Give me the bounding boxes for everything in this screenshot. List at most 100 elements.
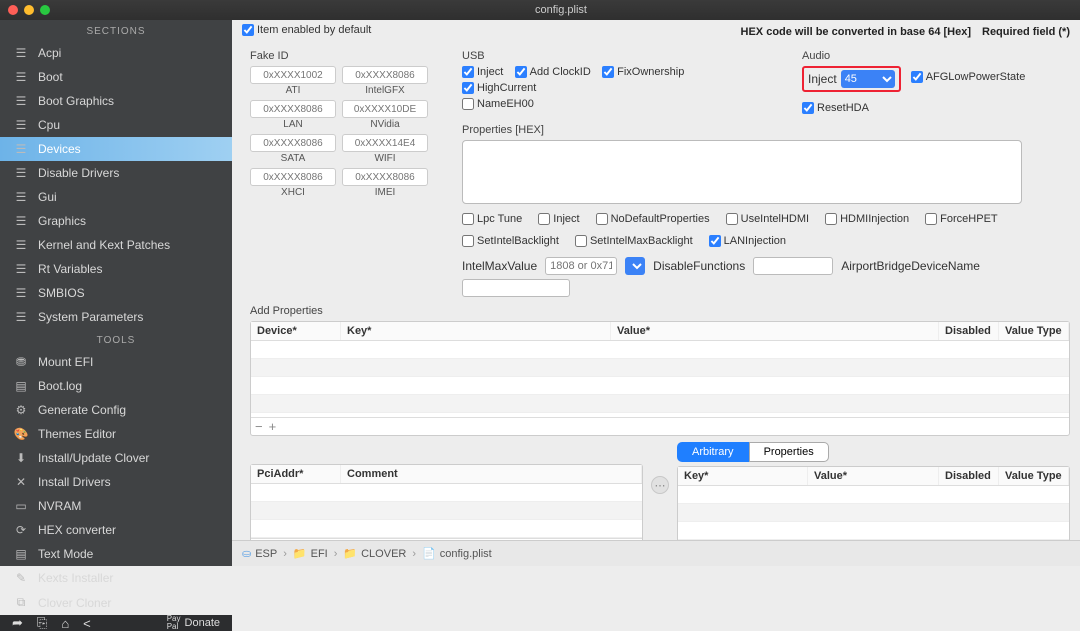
sidebar-item-system-parameters[interactable]: ☰System Parameters [0,305,232,329]
remove-row-button[interactable]: − [255,419,263,434]
useintelhdmi-checkbox[interactable]: UseIntelHDMI [726,213,809,225]
col-key[interactable]: Key* [341,322,611,340]
sidebar-item-gui[interactable]: ☰Gui [0,185,232,209]
tab-arbitrary[interactable]: Arbitrary [677,442,749,462]
audio-afg-checkbox[interactable]: AFGLowPowerState [911,71,1026,83]
tool-install-drivers[interactable]: ✕Install Drivers [0,470,232,494]
usb-inject-checkbox[interactable]: Inject [462,66,503,78]
minimize-icon[interactable] [24,5,34,15]
nodefault-checkbox[interactable]: NoDefaultProperties [596,213,710,225]
usb-addclockid-checkbox[interactable]: Add ClockID [515,66,591,78]
sidebar-item-boot[interactable]: ☰Boot [0,65,232,89]
checkbox-label: LANInjection [724,235,786,247]
sidebar-item-smbios[interactable]: ☰SMBIOS [0,281,232,305]
sidebar-item-label: Install/Update Clover [38,451,149,465]
item-enabled-checkbox[interactable]: Item enabled by default [242,24,371,36]
airportbridge-input[interactable] [462,279,570,297]
sidebar-item-label: Cpu [38,118,60,132]
list-icon: ☰ [14,238,28,252]
setintelmaxbacklight-checkbox[interactable]: SetIntelMaxBacklight [575,235,693,247]
sidebar-item-devices[interactable]: ☰Devices [0,137,232,161]
intelmaxvalue-input[interactable] [545,257,617,275]
share-icon[interactable]: < [83,616,91,631]
tool-nvram[interactable]: ▭NVRAM [0,494,232,518]
tool-mount-efi[interactable]: ⛃Mount EFI [0,350,232,374]
usb-highcurrent-checkbox[interactable]: HighCurrent [462,82,536,94]
tool-text-mode[interactable]: ▤Text Mode [0,542,232,566]
fakeid-intelgfx-input[interactable] [342,66,428,84]
fakeid-sata-input[interactable] [250,134,336,152]
usb-nameeh00-checkbox[interactable]: NameEH00 [462,98,534,110]
breadcrumb: ⛀ESP › 📁EFI › 📁CLOVER › 📄config.plist [232,540,1080,566]
close-icon[interactable] [8,5,18,15]
disablefunctions-input[interactable] [753,257,833,275]
fakeid-lan-input[interactable] [250,100,336,118]
table-row[interactable] [251,359,1069,377]
usb-fixownership-checkbox[interactable]: FixOwnership [602,66,684,78]
fakeid-ati-input[interactable] [250,66,336,84]
fakeid-nvidia-input[interactable] [342,100,428,118]
table-row[interactable] [251,377,1069,395]
table-row[interactable] [251,520,642,538]
sidebar-item-graphics[interactable]: ☰Graphics [0,209,232,233]
col-comment[interactable]: Comment [341,465,642,483]
table-row[interactable] [251,395,1069,413]
sidebar-item-cpu[interactable]: ☰Cpu [0,113,232,137]
setintelbacklight-checkbox[interactable]: SetIntelBacklight [462,235,559,247]
donate-button[interactable]: PayPalDonate [167,615,220,631]
fakeid-wifi-input[interactable] [342,134,428,152]
col-pciaddr[interactable]: PciAddr* [251,465,341,483]
sidebar-item-boot-graphics[interactable]: ☰Boot Graphics [0,89,232,113]
col-value[interactable]: Value* [808,467,939,485]
audio-inject-select[interactable]: 45 [841,70,895,88]
export-icon[interactable]: ➦ [12,615,23,631]
zoom-icon[interactable] [40,5,50,15]
list-icon: ☰ [14,70,28,84]
col-disabled[interactable]: Disabled [939,322,999,340]
save-icon[interactable]: ⎘ [37,615,47,631]
home-icon[interactable]: ⌂ [61,616,69,631]
table-row[interactable] [251,502,642,520]
col-key[interactable]: Key* [678,467,808,485]
crumb-esp[interactable]: ⛀ESP [242,547,277,560]
hdmiinjection-checkbox[interactable]: HDMIInjection [825,213,909,225]
fakeid-imei-input[interactable] [342,168,428,186]
lpctune-checkbox[interactable]: Lpc Tune [462,213,522,225]
crumb-config-plist[interactable]: 📄config.plist [422,547,492,560]
properties-hex-textarea[interactable] [462,140,1022,204]
table-row[interactable] [251,341,1069,359]
tool-kexts-installer[interactable]: ✎Kexts Installer [0,566,232,590]
fakeid-xhci-input[interactable] [250,168,336,186]
list-icon: ☰ [14,166,28,180]
tool-bootlog[interactable]: ▤Boot.log [0,374,232,398]
table-row[interactable] [251,484,642,502]
crumb-efi[interactable]: 📁EFI [293,547,328,560]
inject-checkbox[interactable]: Inject [538,213,579,225]
laninjection-checkbox[interactable]: LANInjection [709,235,786,247]
sidebar-item-disable-drivers[interactable]: ☰Disable Drivers [0,161,232,185]
sidebar-item-label: SMBIOS [38,286,85,300]
audio-resethda-checkbox[interactable]: ResetHDA [802,102,869,114]
sidebar-item-kernel-kext[interactable]: ☰Kernel and Kext Patches [0,233,232,257]
tool-hex-converter[interactable]: ⟳HEX converter [0,518,232,542]
tool-themes-editor[interactable]: 🎨Themes Editor [0,422,232,446]
col-valuetype[interactable]: Value Type [999,467,1069,485]
add-row-button[interactable]: + [269,419,277,434]
tool-clover-cloner[interactable]: ⧉Clover Cloner [0,590,232,615]
tab-properties[interactable]: Properties [749,442,829,462]
sidebar-item-acpi[interactable]: ☰Acpi [0,41,232,65]
tool-install-update-clover[interactable]: ⬇Install/Update Clover [0,446,232,470]
col-disabled[interactable]: Disabled [939,467,999,485]
table-row[interactable] [678,486,1069,504]
table-row[interactable] [678,522,1069,540]
tool-generate-config[interactable]: ⚙Generate Config [0,398,232,422]
table-row[interactable] [678,504,1069,522]
link-icon: ⋯ [651,476,669,494]
col-value[interactable]: Value* [611,322,939,340]
col-device[interactable]: Device* [251,322,341,340]
crumb-clover[interactable]: 📁CLOVER [343,547,406,560]
col-valuetype[interactable]: Value Type [999,322,1069,340]
sidebar-item-rt-variables[interactable]: ☰Rt Variables [0,257,232,281]
forcehpet-checkbox[interactable]: ForceHPET [925,213,997,225]
intelmaxvalue-select[interactable] [625,257,645,275]
